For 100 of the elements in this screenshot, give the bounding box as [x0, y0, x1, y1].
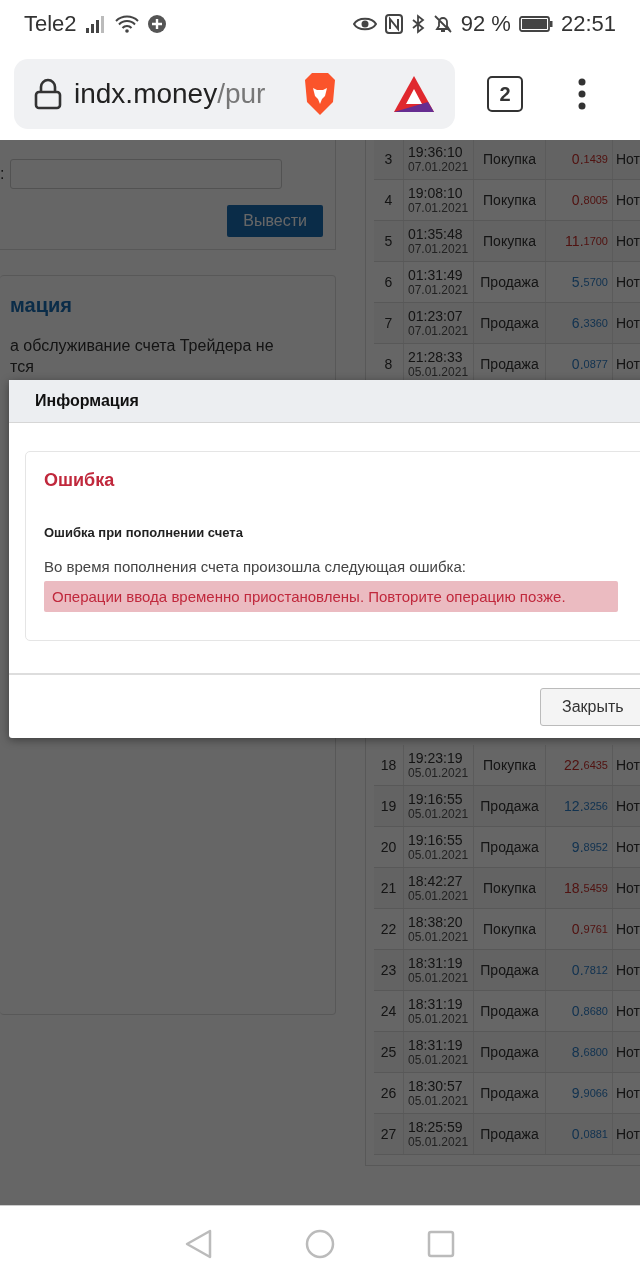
- trade-date: 07.01.2021: [408, 160, 469, 174]
- bluetooth-icon: [410, 14, 425, 34]
- trade-date: 05.01.2021: [408, 930, 469, 944]
- table-cell: Покупка: [474, 140, 546, 179]
- table-cell: 27: [374, 1114, 404, 1154]
- trade-time: 19:23:19: [408, 750, 463, 766]
- table-cell: Покупка: [474, 180, 546, 220]
- table-cell: Продажа: [474, 303, 546, 343]
- table-cell: Продажа: [474, 786, 546, 826]
- trade-time: 18:31:19: [408, 955, 463, 971]
- battery-percent: 92 %: [460, 11, 511, 37]
- table-cell: 5: [374, 221, 404, 261]
- trade-date: 05.01.2021: [408, 1094, 469, 1108]
- error-subtitle: Ошибка при пополнении счета: [44, 525, 244, 540]
- trade-time: 18:42:27: [408, 873, 463, 889]
- table-cell: Продажа: [474, 827, 546, 867]
- error-title: Ошибка: [44, 470, 116, 491]
- amount-cell: 0.1439: [546, 140, 613, 179]
- trade-date: 05.01.2021: [408, 889, 469, 903]
- back-icon[interactable]: [185, 1228, 213, 1259]
- trade-date: 05.01.2021: [408, 1135, 469, 1149]
- table-cell: Продажа: [474, 1114, 546, 1154]
- trade-time: 19:08:10: [408, 185, 463, 201]
- trade-time: 01:23:07: [408, 308, 463, 324]
- trade-time: 18:31:19: [408, 1037, 463, 1053]
- table-cell: Покупка: [474, 745, 546, 785]
- nfc-icon: [384, 14, 403, 34]
- trade-time: 18:30:57: [408, 1078, 463, 1094]
- table-cell: Нот: [613, 909, 640, 949]
- table-cell: Нот: [613, 221, 640, 261]
- table-cell: Покупка: [474, 221, 546, 261]
- table-cell: 22: [374, 909, 404, 949]
- table-cell: 24: [374, 991, 404, 1031]
- amount-cell: 6.3360: [546, 303, 613, 343]
- table-cell: Нот: [613, 1073, 640, 1113]
- table-cell: Нот: [613, 950, 640, 990]
- bell-off-icon: [432, 14, 453, 34]
- table-cell: Продажа: [474, 1073, 546, 1113]
- amount-cell: 12.3256: [546, 786, 613, 826]
- amount-cell: 8.6800: [546, 1032, 613, 1072]
- trade-date: 05.01.2021: [408, 1012, 469, 1026]
- table-cell: Нот: [613, 262, 640, 302]
- trade-time: 21:28:33: [408, 349, 463, 365]
- table-cell: 18: [374, 745, 404, 785]
- table-cell: Нот: [613, 827, 640, 867]
- trade-time: 19:16:55: [408, 791, 463, 807]
- lock-icon: [34, 78, 62, 110]
- trade-date: 07.01.2021: [408, 283, 469, 297]
- table-cell: 23: [374, 950, 404, 990]
- table-cell: Продажа: [474, 1032, 546, 1072]
- amount-cell: 9.9066: [546, 1073, 613, 1113]
- table-cell: Продажа: [474, 262, 546, 302]
- table-cell: Нот: [613, 140, 640, 179]
- eye-icon: [352, 16, 377, 32]
- trade-date: 07.01.2021: [408, 201, 469, 215]
- menu-icon[interactable]: [577, 78, 587, 110]
- clock-time: 22:51: [560, 11, 616, 37]
- trade-date: 05.01.2021: [408, 1053, 469, 1067]
- trade-date: 05.01.2021: [408, 365, 469, 379]
- carrier-name: Tele2: [24, 11, 77, 37]
- table-cell: Нот: [613, 991, 640, 1031]
- amount-cell: 0.7812: [546, 950, 613, 990]
- trade-time: 19:36:10: [408, 144, 463, 160]
- table-cell: 21: [374, 868, 404, 908]
- home-icon[interactable]: [305, 1228, 335, 1259]
- amount-cell: 11.1700: [546, 221, 613, 261]
- amount-cell: 0.8680: [546, 991, 613, 1031]
- table-cell: Нот: [613, 180, 640, 220]
- table-cell: 26: [374, 1073, 404, 1113]
- table-cell: Покупка: [474, 909, 546, 949]
- table-cell: Нот: [613, 1032, 640, 1072]
- table-cell: Нот: [613, 1114, 640, 1154]
- tab-count-button[interactable]: 2: [487, 76, 523, 112]
- close-button[interactable]: Закрыть: [540, 688, 640, 726]
- recents-icon[interactable]: [427, 1229, 455, 1258]
- amount-cell: 9.8952: [546, 827, 613, 867]
- table-cell: Нот: [613, 868, 640, 908]
- table-cell: 4: [374, 180, 404, 220]
- table-cell: 20: [374, 827, 404, 867]
- address-bar[interactable]: indx.money/pur: [14, 59, 455, 129]
- trade-time: 18:31:19: [408, 996, 463, 1012]
- error-alert: Операции ввода временно приостановлены. Повторите операцию позже.: [44, 581, 618, 612]
- trade-date: 05.01.2021: [408, 971, 469, 985]
- trade-date: 07.01.2021: [408, 324, 469, 338]
- data-saver-icon: [146, 14, 167, 34]
- url-text: indx.money/pur: [74, 78, 267, 110]
- trade-date: 05.01.2021: [408, 848, 469, 862]
- table-cell: 25: [374, 1032, 404, 1072]
- table-cell: Продажа: [474, 991, 546, 1031]
- table-cell: Нот: [613, 786, 640, 826]
- trade-date: 07.01.2021: [408, 242, 469, 256]
- trade-time: 18:25:59: [408, 1119, 463, 1135]
- field-label: :: [0, 165, 5, 183]
- table-cell: 7: [374, 303, 404, 343]
- card-text: а обслуживание счета Трейдера не: [10, 336, 275, 356]
- card-title: мация: [10, 294, 73, 317]
- dialog-title: Информация: [9, 380, 640, 423]
- table-cell: Нот: [613, 303, 640, 343]
- triangle-logo-icon[interactable]: [393, 75, 435, 113]
- table-cell: 3: [374, 140, 404, 179]
